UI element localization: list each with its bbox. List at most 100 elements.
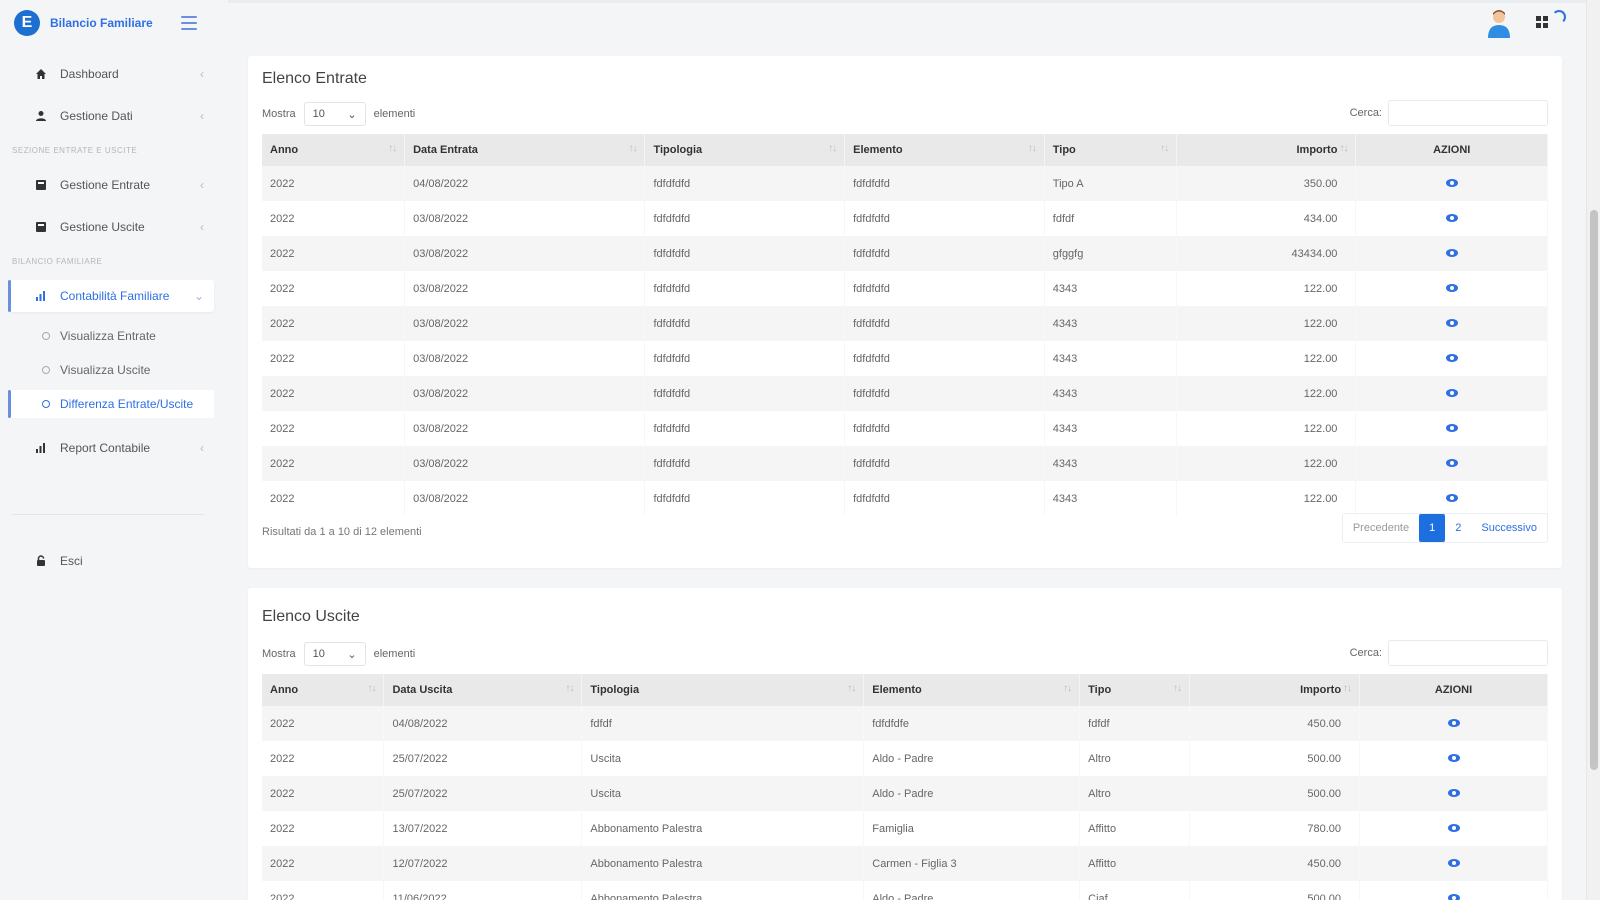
uscite-search-input[interactable] xyxy=(1388,640,1548,666)
column-header-tipo[interactable]: Tipo ↑↓ xyxy=(1079,674,1191,706)
circle-icon xyxy=(42,400,50,408)
table-cell: 122.00 xyxy=(1176,306,1357,341)
sort-icon: ↑↓ xyxy=(1160,143,1169,154)
menu-toggle-icon[interactable] xyxy=(180,16,197,30)
table-cell: fdfdfdfd xyxy=(844,306,1045,341)
column-label: Importo xyxy=(1300,684,1342,696)
sidebar-item-dashboard[interactable]: Dashboard ‹ xyxy=(10,58,214,90)
table-cell: 122.00 xyxy=(1176,341,1357,376)
search-label: Cerca: xyxy=(1349,107,1382,119)
app-logo[interactable]: E xyxy=(14,10,40,36)
view-eye-icon[interactable] xyxy=(1447,753,1460,762)
table-header-row: Anno ↑↓ Data Entrata ↑↓ Tipologia ↑↓ Elemen… xyxy=(262,134,1548,166)
table-cell-actions xyxy=(1359,706,1548,741)
table-cell: Abbonamento Palestra xyxy=(581,846,865,881)
table-cell-actions xyxy=(1355,376,1548,411)
table-cell-actions xyxy=(1355,481,1548,516)
view-eye-icon[interactable] xyxy=(1445,283,1458,292)
sort-icon: ↑↓ xyxy=(828,143,837,154)
home-icon xyxy=(34,67,48,81)
pagination-previous[interactable]: Precedente xyxy=(1343,514,1419,542)
table-row: 2022 03/08/2022 fdfdfdfd fdfdfdfd 4343 122.00 xyxy=(262,341,1548,376)
view-eye-icon[interactable] xyxy=(1445,388,1458,397)
scrollbar-thumb[interactable] xyxy=(1590,210,1598,770)
table-cell: fdfdfdfd xyxy=(644,201,846,236)
entrate-page-size-select[interactable]: 10 ⌄ xyxy=(303,102,366,126)
column-header-data[interactable]: Data Uscita ↑↓ xyxy=(383,674,583,706)
apps-grid-icon[interactable] xyxy=(1536,16,1548,28)
entrate-search-input[interactable] xyxy=(1388,100,1548,126)
sidebar-item-contabilita-familiare[interactable]: Contabilità Familiare ⌄ xyxy=(8,280,214,312)
view-eye-icon[interactable] xyxy=(1445,353,1458,362)
table-cell: 03/08/2022 xyxy=(404,481,646,516)
column-header-importo[interactable]: Importo ↑↓ xyxy=(1176,134,1357,166)
table-cell-actions xyxy=(1355,236,1548,271)
sidebar: E Bilancio Familiare Dashboard ‹ Gestion… xyxy=(0,0,228,900)
column-header-tipo[interactable]: Tipo ↑↓ xyxy=(1044,134,1178,166)
table-cell-actions xyxy=(1359,846,1548,881)
sidebar-item-report-contabile[interactable]: Report Contabile ‹ xyxy=(10,432,214,464)
table-cell: fdfdfdfd xyxy=(844,481,1045,516)
sidebar-item-gestione-dati[interactable]: Gestione Dati ‹ xyxy=(10,100,214,132)
sidebar-item-gestione-entrate[interactable]: Gestione Entrate ‹ xyxy=(10,169,214,201)
pagination-next[interactable]: Successivo xyxy=(1471,514,1547,542)
uscite-search: Cerca: xyxy=(1350,640,1548,666)
table-cell: 500.00 xyxy=(1189,741,1361,776)
table-cell-actions xyxy=(1355,166,1548,201)
table-cell: 2022 xyxy=(262,166,406,201)
entrate-card: Elenco Entrate Mostra 10 ⌄ elementi Cerc… xyxy=(248,56,1562,568)
sort-icon: ↑↓ xyxy=(388,143,397,154)
table-cell: Tipo A xyxy=(1044,166,1178,201)
view-eye-icon[interactable] xyxy=(1445,493,1458,502)
chevron-down-icon: ⌄ xyxy=(193,289,204,303)
view-eye-icon[interactable] xyxy=(1445,423,1458,432)
column-header-anno[interactable]: Anno ↑↓ xyxy=(262,134,406,166)
sidebar-subitem-visualizza-uscite[interactable]: Visualizza Uscite xyxy=(10,356,214,384)
table-cell: 350.00 xyxy=(1176,166,1357,201)
column-header-tipologia[interactable]: Tipologia ↑↓ xyxy=(644,134,846,166)
table-cell: fdfdfdfe xyxy=(863,706,1081,741)
column-header-tipologia[interactable]: Tipologia ↑↓ xyxy=(581,674,865,706)
view-eye-icon[interactable] xyxy=(1445,458,1458,467)
table-cell: Uscita xyxy=(581,741,865,776)
column-label: Tipologia xyxy=(653,144,703,156)
table-cell: fdfdfdfd xyxy=(644,446,846,481)
column-header-importo[interactable]: Importo ↑↓ xyxy=(1189,674,1361,706)
uscite-page-size-select[interactable]: 10 ⌄ xyxy=(303,642,366,666)
column-label: AZIONI xyxy=(1433,144,1471,156)
view-eye-icon[interactable] xyxy=(1445,178,1458,187)
sidebar-subitem-visualizza-entrate[interactable]: Visualizza Entrate xyxy=(10,322,214,350)
table-cell: 04/08/2022 xyxy=(404,166,646,201)
sidebar-subitem-differenza[interactable]: Differenza Entrate/Uscite xyxy=(8,390,214,418)
sort-icon: ↑↓ xyxy=(565,683,574,694)
sidebar-section-label: BILANCIO FAMILIARE xyxy=(12,257,103,266)
view-eye-icon[interactable] xyxy=(1447,893,1460,900)
table-row: 2022 04/08/2022 fdfdf fdfdfdfe fdfdf 450.00 xyxy=(262,706,1548,741)
table-cell-actions xyxy=(1355,306,1548,341)
view-eye-icon[interactable] xyxy=(1447,718,1460,727)
view-eye-icon[interactable] xyxy=(1447,858,1460,867)
page-scrollbar[interactable] xyxy=(1586,0,1600,900)
table-row: 2022 03/08/2022 fdfdfdfd fdfdfdfd gfggfg 4343… xyxy=(262,236,1548,271)
view-eye-icon[interactable] xyxy=(1447,823,1460,832)
table-cell: 4343 xyxy=(1044,341,1178,376)
column-header-elemento[interactable]: Elemento ↑↓ xyxy=(844,134,1045,166)
app-name[interactable]: Bilancio Familiare xyxy=(50,16,153,30)
user-avatar-icon[interactable] xyxy=(1486,8,1512,38)
page-size-value: 10 xyxy=(312,108,325,120)
sidebar-item-gestione-uscite[interactable]: Gestione Uscite ‹ xyxy=(10,211,214,243)
view-eye-icon[interactable] xyxy=(1445,213,1458,222)
view-eye-icon[interactable] xyxy=(1445,318,1458,327)
pagination-page-2[interactable]: 2 xyxy=(1445,514,1471,542)
column-header-elemento[interactable]: Elemento ↑↓ xyxy=(863,674,1081,706)
table-cell: 4343 xyxy=(1044,306,1178,341)
pagination-page-1[interactable]: 1 xyxy=(1419,514,1446,542)
table-cell-actions xyxy=(1355,446,1548,481)
column-header-data[interactable]: Data Entrata ↑↓ xyxy=(404,134,646,166)
sidebar-item-label: Gestione Dati xyxy=(60,109,133,123)
sidebar-item-esci[interactable]: Esci xyxy=(10,545,214,577)
uscite-card: Elenco Uscite Mostra 10 ⌄ elementi Cerca… xyxy=(248,588,1562,900)
view-eye-icon[interactable] xyxy=(1447,788,1460,797)
view-eye-icon[interactable] xyxy=(1445,248,1458,257)
column-header-anno[interactable]: Anno ↑↓ xyxy=(262,674,385,706)
